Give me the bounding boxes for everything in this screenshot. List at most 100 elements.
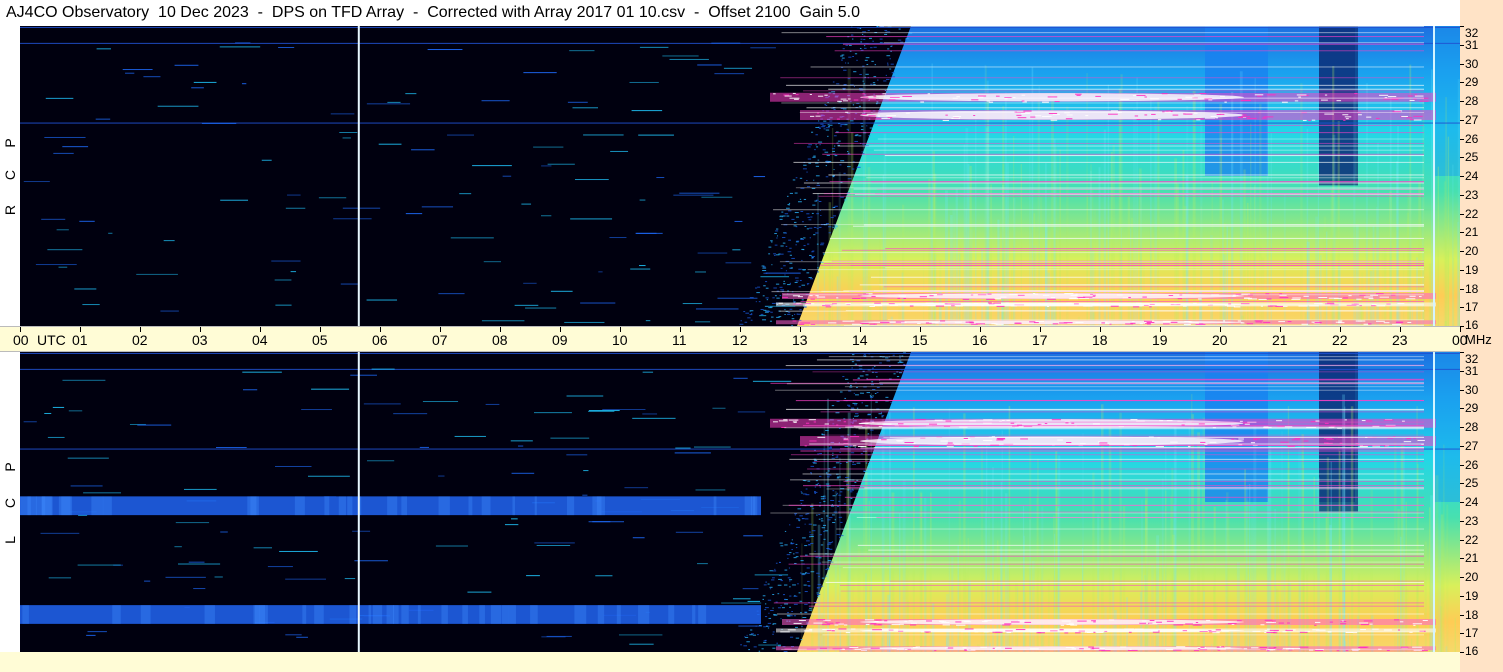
interference-speckle (1324, 113, 1334, 115)
interference-speckle (789, 97, 800, 99)
interference-speckle (1338, 320, 1343, 322)
noise-speckle (807, 284, 809, 286)
night-signal-dash (467, 591, 492, 593)
noise-speckle (832, 215, 837, 217)
noise-speckle (825, 129, 830, 131)
interference-speckle (803, 630, 813, 632)
interference-speckle (1238, 438, 1244, 440)
noise-speckle (845, 378, 849, 380)
noise-speckle (806, 213, 810, 215)
mhz-tick (1460, 389, 1464, 391)
noise-streak (957, 545, 959, 652)
night-signal-dash (405, 93, 417, 95)
interference-speckle (1343, 119, 1346, 121)
noise-speckle (851, 168, 855, 170)
carrier-line (852, 225, 1424, 227)
noise-speckle (868, 463, 870, 465)
noise-speckle (776, 642, 778, 644)
interference-speckle (835, 622, 840, 624)
interference-speckle (1002, 624, 1011, 626)
night-signal-dash (47, 436, 65, 438)
night-signal-dash (157, 105, 199, 107)
noise-speckle (784, 598, 787, 600)
interference-speckle (1321, 99, 1328, 101)
interference-speckle (951, 117, 960, 119)
night-signal-dash (41, 218, 66, 220)
lcp-band-texture (372, 605, 383, 624)
noise-speckle (879, 38, 883, 40)
noise-speckle (778, 578, 782, 580)
noise-speckle (826, 154, 830, 156)
interference-speckle (1054, 101, 1060, 103)
noise-speckle (811, 131, 814, 133)
interference-speckle (1377, 305, 1386, 307)
noise-speckle (829, 446, 832, 448)
interference-speckle (792, 320, 797, 322)
interference-speckle (1161, 93, 1168, 95)
noise-speckle (818, 557, 822, 559)
noise-streak (863, 484, 865, 652)
lcp-band-texture (490, 605, 502, 624)
interference-speckle (1136, 119, 1141, 121)
interference-speckle (955, 621, 962, 623)
night-signal-dash (768, 305, 796, 307)
noise-speckle (836, 83, 840, 85)
interference-speckle (873, 96, 877, 98)
lcp-band-texture (438, 496, 450, 516)
time-tick-label: 21 (1272, 332, 1288, 348)
carrier-line (773, 602, 1424, 604)
night-signal-dash (274, 279, 292, 281)
interference-speckle (819, 647, 827, 649)
carrier-line (773, 209, 1424, 211)
noise-speckle (797, 201, 802, 203)
carrier-line (786, 408, 1424, 410)
night-signal-dash (242, 371, 282, 373)
noise-speckle (806, 283, 810, 285)
interference-speckle (1083, 305, 1093, 307)
noise-speckle (816, 514, 818, 516)
noise-speckle (851, 407, 854, 409)
night-signal-dash (419, 446, 429, 448)
interference-speckle (1200, 646, 1205, 648)
mhz-tick-label: 28 (1465, 420, 1479, 434)
interference-speckle (1152, 631, 1160, 633)
interference-speckle (1205, 117, 1216, 119)
noise-speckle (806, 540, 810, 542)
noise-speckle (826, 476, 830, 478)
noise-speckle (847, 78, 851, 80)
night-signal-dash (737, 411, 766, 413)
mhz-tick-label: 31 (1465, 363, 1479, 378)
interference-speckle (1139, 323, 1143, 325)
noise-speckle (812, 156, 816, 158)
carrier-line (877, 138, 1424, 140)
interference-speckle (1177, 298, 1183, 300)
noise-speckle (858, 135, 862, 137)
noise-speckle (791, 318, 795, 320)
night-signal-dash (510, 440, 533, 442)
noise-speckle (755, 287, 758, 289)
interference-speckle (817, 95, 824, 97)
noise-speckle (822, 524, 827, 526)
carrier-line (829, 237, 1424, 239)
noise-speckle (793, 553, 795, 555)
noise-speckle (800, 612, 802, 614)
noise-speckle (800, 238, 803, 240)
noise-speckle (760, 313, 764, 315)
carrier-line (857, 544, 1424, 546)
night-signal-dash (267, 566, 293, 568)
interference-speckle (784, 95, 792, 97)
polarization-letter: P (2, 138, 18, 148)
mhz-tick-label: 16 (1465, 318, 1479, 332)
night-signal-dash (697, 252, 728, 254)
interference-speckle (1124, 628, 1135, 630)
interference-speckle (1141, 620, 1147, 622)
noise-speckle (831, 91, 836, 93)
interference-speckle (973, 115, 976, 117)
mhz-tick (1460, 370, 1464, 372)
carrier-line (788, 504, 1424, 506)
mhz-tick (1460, 251, 1464, 252)
noise-speckle (898, 360, 902, 362)
noise-speckle (828, 517, 833, 519)
carrier-line (843, 399, 1424, 401)
interference-speckle (815, 115, 821, 117)
